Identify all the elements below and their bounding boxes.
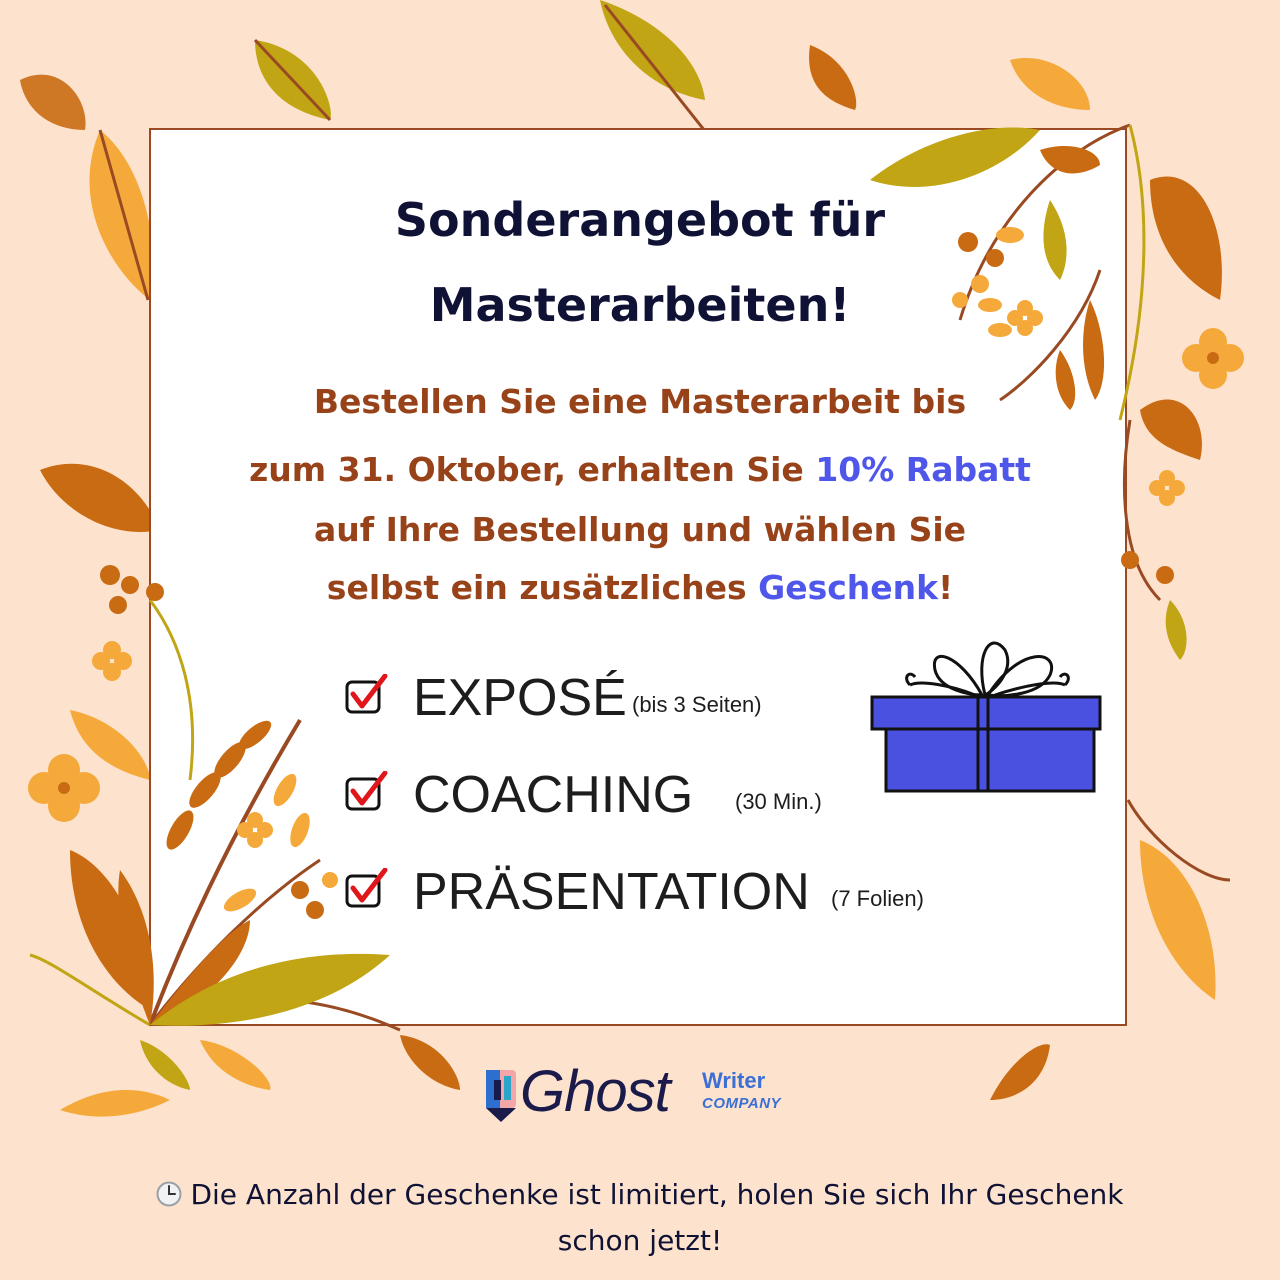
gift-highlight: Geschenk [758,568,939,607]
pencil-logo-icon [486,1070,516,1122]
discount-highlight: 10% Rabatt [815,450,1031,489]
checkbox-check-icon [345,868,388,908]
promo-line-2: zum 31. Oktober, erhalten Sie 10% Rabatt [180,450,1100,490]
gift-option-note: (7 Folien) [831,886,924,911]
gift-option-label: COACHING [413,766,694,824]
company-logo: Ghost Writer COMPANY [480,1059,800,1124]
promo-poster: Sonderangebot für Masterarbeiten! Bestel… [0,0,1280,1280]
gift-option-label: EXPOSÉ [413,669,627,727]
promo-line-4-text: selbst ein zusätzliches [326,568,759,607]
footer-line-2: schon jetzt! [557,1224,723,1257]
gift-option-note: (bis 3 Seiten) [632,692,762,717]
page-title-line-2: Masterarbeiten! [429,278,851,332]
logo-ghost-text: Ghost [520,1059,671,1124]
clock-icon [156,1181,182,1207]
gift-box-icon [870,641,1102,793]
page-title-line-1: Sonderangebot für [394,193,886,247]
checkbox-check-icon [345,674,388,714]
footer-note: Die Anzahl der Geschenke ist limitiert, … [60,1172,1220,1264]
checkbox-check-icon [345,771,388,811]
promo-line-1: Bestellen Sie eine Masterarbeit bis [313,382,967,421]
promo-line-4: selbst ein zusätzliches Geschenk! [180,568,1100,608]
logo-writer-text: Writer [702,1068,766,1093]
promo-line-4-end: ! [938,568,954,607]
footer-line-1: Die Anzahl der Geschenke ist limitiert, … [60,1172,1220,1218]
promo-line-2-text: zum 31. Oktober, erhalten Sie [249,450,816,489]
gift-option-note: (30 Min.) [735,789,822,814]
gift-option-label: PRÄSENTATION [413,863,810,921]
promo-line-3: auf Ihre Bestellung und wählen Sie [313,510,967,549]
footer-line-1-text: Die Anzahl der Geschenke ist limitiert, … [190,1178,1124,1211]
logo-company-text: COMPANY [702,1095,782,1112]
